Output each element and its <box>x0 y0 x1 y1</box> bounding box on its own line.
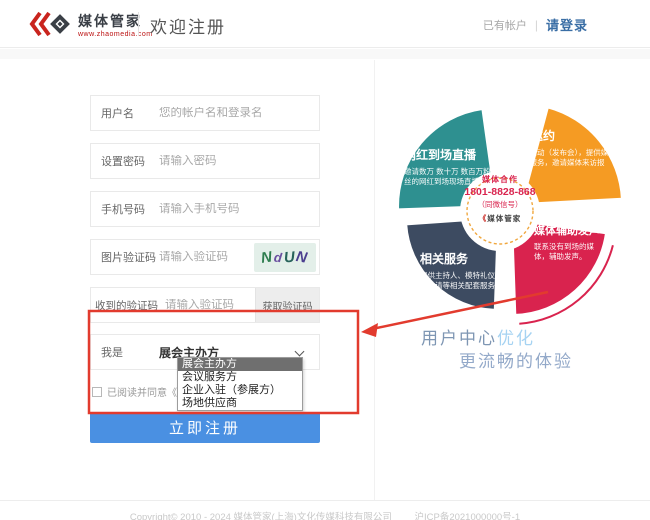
agreement-row: 已阅读并同意《 <box>92 384 177 399</box>
phone-input[interactable] <box>159 203 319 215</box>
sms-code-label: 收到的验证码 <box>91 298 165 313</box>
footer-divider <box>0 500 650 501</box>
username-label: 用户名 <box>91 105 159 121</box>
role-label: 我是 <box>91 344 159 360</box>
sms-code-field[interactable]: 收到的验证码 获取验证码 <box>90 287 320 323</box>
role-option-venue-supplier[interactable]: 场地供应商 <box>178 397 302 410</box>
phone-label: 手机号码 <box>91 201 159 217</box>
agreement-text: 已阅读并同意《 <box>107 384 177 399</box>
footer-icp: 沪ICP备2021000000号-1 <box>415 512 521 520</box>
tagline-part-b: 优化 <box>497 329 535 348</box>
brand-text: 媒体管家 www.zhaomedia.com <box>78 11 153 38</box>
tagline-line1: 用户中心优化 <box>421 324 535 349</box>
captcha-field[interactable]: 图片验证码 NdUN <box>90 239 320 275</box>
brand-url: www.zhaomedia.com <box>78 31 153 38</box>
role-option-enterprise[interactable]: 企业入驻（参展方） <box>178 384 302 397</box>
footer-copyright: Copyright© 2010 - 2024 媒体管家(上海)文化传媒科技有限公… <box>130 512 392 520</box>
header: 媒体管家 www.zhaomedia.com 欢迎注册 已有帐户 | 请登录 <box>0 0 650 48</box>
footer-text: Copyright© 2010 - 2024 媒体管家(上海)文化传媒科技有限公… <box>0 509 650 520</box>
captcha-image[interactable]: NdUN <box>254 243 316 272</box>
register-button[interactable]: 立即注册 <box>90 412 320 443</box>
role-option-exhibition-host[interactable]: 展会主办方 <box>178 358 302 371</box>
have-account-label: 已有帐户 <box>483 17 527 33</box>
registration-page: 媒体管家 www.zhaomedia.com 欢迎注册 已有帐户 | 请登录 用… <box>0 0 650 520</box>
header-right: 已有帐户 | 请登录 <box>483 15 588 34</box>
vertical-divider <box>374 60 375 500</box>
get-code-button[interactable]: 获取验证码 <box>255 288 319 322</box>
sms-code-input[interactable] <box>165 299 253 311</box>
agreement-checkbox[interactable] <box>92 387 102 397</box>
header-separator: | <box>535 18 538 32</box>
header-divider <box>138 12 139 36</box>
login-link[interactable]: 请登录 <box>546 15 588 34</box>
brand-logo[interactable]: 媒体管家 www.zhaomedia.com <box>28 8 153 40</box>
password-input[interactable] <box>159 155 319 167</box>
annotation-arrowhead <box>361 323 378 337</box>
tagline-line2: 更流畅的体验 <box>459 347 573 372</box>
phone-field[interactable]: 手机号码 <box>90 191 320 227</box>
password-label: 设置密码 <box>91 153 159 169</box>
username-input[interactable] <box>159 107 319 119</box>
tagline-part-a: 用户中心 <box>421 329 497 348</box>
role-option-conference-service[interactable]: 会议服务方 <box>178 371 302 384</box>
brand-name: 媒体管家 <box>78 11 153 31</box>
logo-icon <box>28 8 72 40</box>
captcha-label: 图片验证码 <box>91 249 159 265</box>
header-strip <box>0 49 650 59</box>
role-dropdown-list: 展会主办方 会议服务方 企业入驻（参展方） 场地供应商 <box>177 357 303 411</box>
services-wheel-diagram <box>390 96 640 326</box>
page-title: 欢迎注册 <box>150 13 226 38</box>
password-field[interactable]: 设置密码 <box>90 143 320 179</box>
chevron-down-icon <box>295 347 305 357</box>
captcha-char: N <box>295 248 311 267</box>
username-field[interactable]: 用户名 <box>90 95 320 131</box>
